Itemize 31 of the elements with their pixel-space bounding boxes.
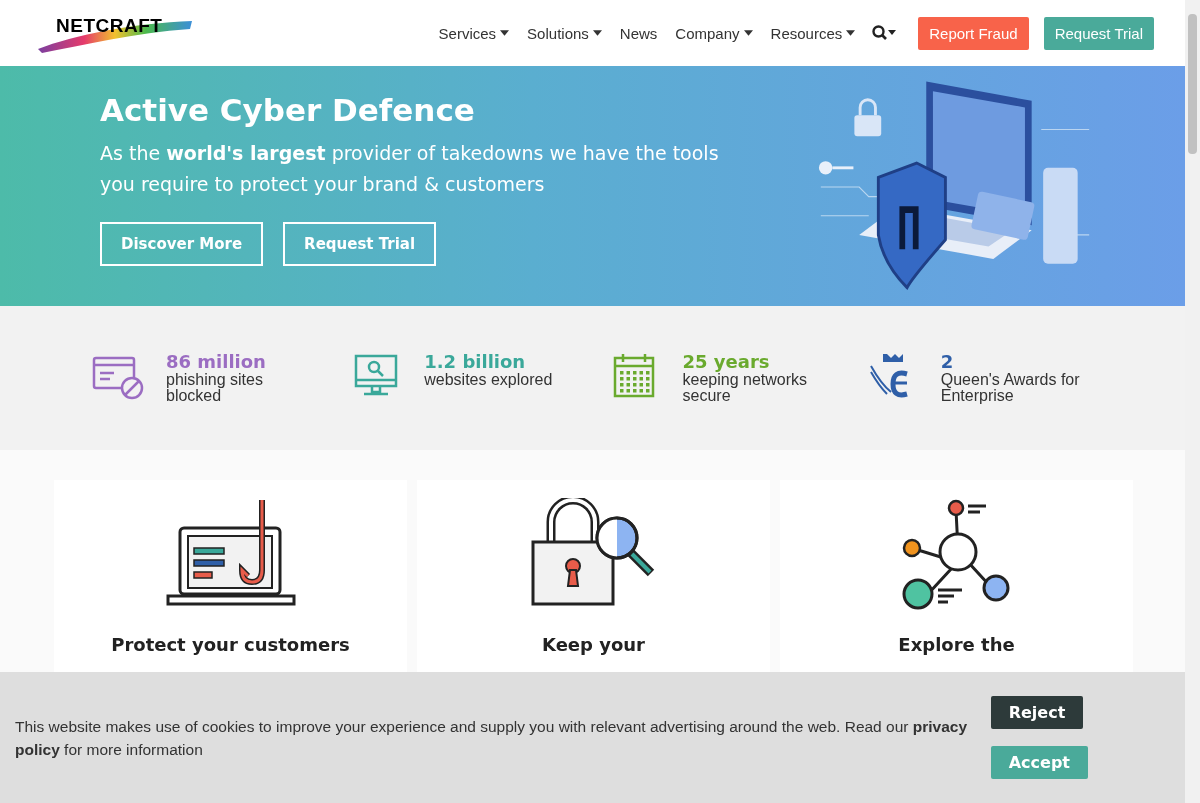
caret-icon[interactable] — [500, 30, 510, 36]
nav-link[interactable]: News — [619, 24, 658, 42]
scrollbar[interactable] — [1185, 0, 1200, 803]
stat-label: keeping networks secure — [682, 372, 808, 404]
nav-link[interactable]: Services — [438, 24, 497, 42]
card-title: Explore the — [898, 634, 1015, 655]
nav-item[interactable]: Resources — [761, 24, 865, 42]
caret-icon[interactable] — [846, 30, 856, 36]
cookie-notice-text: This website makes use of cookies to improve your experience and supply you with relevant advertising around the web. Read our privacy policy for more information — [15, 716, 969, 760]
stat-value: 25 years — [682, 352, 771, 372]
nav-link[interactable]: Resources — [770, 24, 843, 42]
nav-link[interactable]: Solutions — [527, 24, 589, 42]
nav-link[interactable]: Company — [675, 24, 740, 42]
card-title: Keep your — [542, 634, 645, 655]
stat-label: phishing sites blocked — [166, 372, 264, 404]
nav-item[interactable]: News — [610, 24, 667, 42]
nav-item[interactable]: Company — [666, 24, 762, 42]
search-icon[interactable] — [872, 25, 897, 41]
nav-item[interactable]: Services — [429, 24, 519, 42]
nav-item[interactable]: Solutions — [518, 24, 611, 42]
reject-button[interactable]: Reject — [990, 696, 1084, 729]
caret-icon[interactable] — [592, 30, 602, 36]
stat-label: websites explored — [424, 372, 554, 388]
hero-subtitle: As the world's largest provider of takedowns we have the tools you require to protect your brand & customers — [100, 141, 720, 197]
caret-icon[interactable] — [743, 30, 753, 36]
card-title: Protect your customers — [111, 634, 350, 655]
stat-value: 2 — [940, 352, 955, 372]
hero-title: Active Cyber Defence — [100, 92, 476, 128]
stat-label: Queen's Awards for Enterprise — [940, 372, 1081, 404]
stat-value: 86 million — [166, 352, 267, 372]
stat-value: 1.2 billion — [424, 352, 527, 372]
